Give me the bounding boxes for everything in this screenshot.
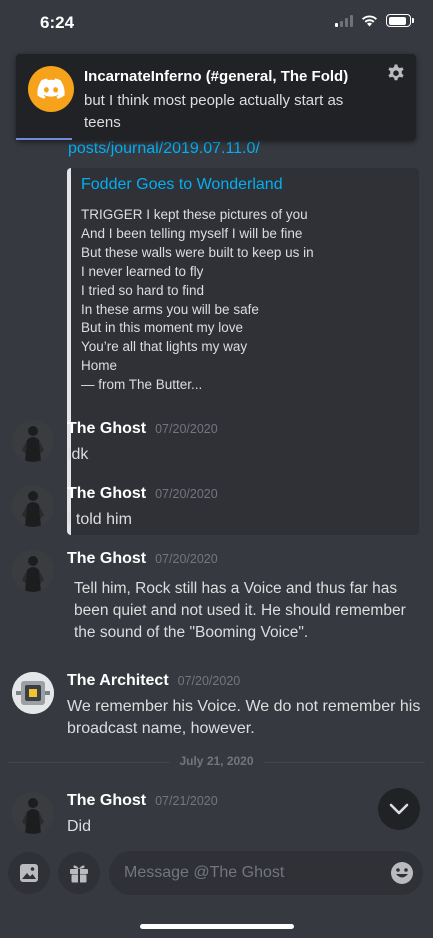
message-composer	[0, 846, 433, 900]
embed-line: — from The Butter...	[81, 377, 203, 393]
message-timestamp: 07/20/2020	[155, 487, 218, 501]
embed-line: But in this moment my love	[81, 320, 244, 336]
notification-title: IncarnateInferno (#general, The Fold)	[84, 68, 349, 85]
avatar[interactable]	[12, 792, 54, 834]
notification-banner[interactable]: IncarnateInferno (#general, The Fold) bu…	[16, 54, 416, 140]
author-name[interactable]: The Architect	[67, 672, 169, 690]
image-icon	[20, 864, 38, 882]
notification-body: but I think most people actually start a…	[84, 92, 344, 131]
chat-messages[interactable]: posts/journal/2019.07.11.0/ Fodder Goes …	[0, 140, 433, 840]
scroll-to-bottom-button[interactable]	[378, 788, 420, 830]
embed-line: You’re all that lights my way	[81, 339, 248, 355]
message-timestamp: 07/20/2020	[177, 674, 241, 688]
author-line: The Ghost 07/20/2020	[67, 420, 218, 438]
emoji-icon[interactable]	[390, 861, 414, 885]
embed-line: I tried so hard to find	[81, 282, 205, 298]
cellular-signal-icon	[335, 14, 353, 27]
image-upload-button[interactable]	[8, 852, 50, 894]
message-link[interactable]: posts/journal/2019.07.11.0/	[68, 140, 260, 158]
status-bar: 6:24	[0, 0, 433, 46]
author-line: The Ghost 07/20/2020	[67, 550, 218, 568]
author-name[interactable]: The Ghost	[67, 550, 146, 568]
embed-description: TRIGGER I kept these pictures of you And…	[81, 206, 409, 395]
notification-accent	[16, 138, 72, 140]
discord-logo-icon	[28, 66, 74, 112]
embed-line: I never learned to fly	[81, 263, 204, 279]
gift-icon	[70, 865, 88, 883]
embed-title[interactable]: Fodder Goes to Wonderland	[81, 176, 409, 194]
avatar[interactable]	[12, 420, 54, 462]
message-text: We remember his Voice. We do not remembe…	[67, 698, 421, 737]
battery-icon	[386, 14, 414, 27]
gift-button[interactable]	[58, 852, 100, 894]
embed-line: And I been telling myself I will be fine	[81, 225, 303, 241]
author-name[interactable]: The Ghost	[67, 485, 146, 503]
author-name[interactable]: The Ghost	[67, 792, 146, 810]
avatar[interactable]	[12, 550, 54, 592]
author-name[interactable]: The Ghost	[67, 420, 146, 438]
message-timestamp: 07/20/2020	[155, 422, 218, 436]
date-divider: July 21, 2020	[8, 754, 425, 768]
message-timestamp: 07/20/2020	[155, 552, 218, 566]
message-input[interactable]	[109, 851, 423, 895]
message-text: I told him	[67, 511, 132, 528]
link-embed: Fodder Goes to Wonderland TRIGGER I kept…	[67, 168, 419, 535]
embed-line: But these walls were built to keep us in	[81, 244, 314, 260]
author-line: The Architect 07/20/2020	[67, 672, 240, 690]
avatar[interactable]	[12, 485, 54, 527]
embed-line: TRIGGER I kept these pictures of you	[81, 207, 308, 222]
chevron-down-icon	[389, 803, 409, 815]
author-line: The Ghost 07/21/2020	[67, 792, 218, 810]
status-icons	[335, 14, 414, 27]
wifi-icon	[362, 15, 377, 27]
message-text: Idk	[67, 446, 89, 463]
author-line: The Ghost 07/20/2020	[67, 485, 218, 503]
date-divider-label: July 21, 2020	[169, 754, 264, 768]
message-timestamp: 07/21/2020	[155, 794, 218, 808]
message-text: Tell him, Rock still has a Voice and thu…	[74, 580, 406, 641]
home-indicator[interactable]	[140, 924, 294, 929]
message-text: Did	[67, 818, 92, 835]
embed-line: In these arms you will be safe	[81, 301, 259, 317]
embed-line: Home	[81, 358, 118, 374]
gear-icon[interactable]	[386, 64, 406, 84]
avatar[interactable]	[12, 672, 54, 714]
status-time: 6:24	[40, 13, 75, 32]
